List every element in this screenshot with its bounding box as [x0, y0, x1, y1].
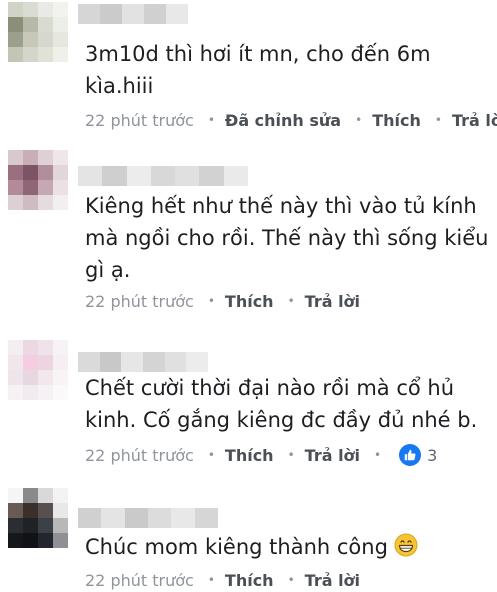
- avatar[interactable]: [8, 150, 68, 210]
- comment-timestamp[interactable]: 22 phút trước: [85, 292, 194, 311]
- avatar[interactable]: [8, 340, 68, 400]
- comment-timestamp[interactable]: 22 phút trước: [85, 111, 194, 130]
- comment-text-line: Chúc mom kiêng thành công: [85, 535, 388, 559]
- comment-text-line: gì ạ.: [85, 258, 131, 282]
- separator-dot: •: [207, 294, 215, 308]
- separator-dot: •: [355, 113, 363, 127]
- separator-dot: •: [207, 448, 215, 462]
- comment-text: Kiêng hết như thế này thì vào tủ kính mà…: [85, 190, 488, 286]
- like-button[interactable]: Thích: [225, 292, 274, 311]
- comment-timestamp[interactable]: 22 phút trước: [85, 571, 194, 590]
- author-name[interactable]: [78, 166, 248, 186]
- comment-meta: 22 phút trước • Đã chỉnh sửa • Thích • T…: [85, 108, 497, 132]
- comment-text-line: Chết cười thời đại nào rồi mà cổ hủ: [85, 376, 455, 400]
- avatar[interactable]: [8, 2, 68, 62]
- avatar[interactable]: [8, 488, 68, 548]
- comment-text: 3m10d thì hơi ít mn, cho đến 6m kìa.hiii: [85, 38, 431, 102]
- comment-meta: 22 phút trước • Thích • Trả lời: [85, 568, 360, 592]
- comment-timestamp[interactable]: 22 phút trước: [85, 446, 194, 465]
- reply-button[interactable]: Trả lời: [305, 292, 360, 311]
- author-name[interactable]: [78, 4, 188, 24]
- separator-dot: •: [287, 573, 295, 587]
- comment-text-line: 3m10d thì hơi ít mn, cho đến 6m: [85, 42, 431, 66]
- reply-button[interactable]: Trả lời: [452, 111, 497, 130]
- reaction-count: 3: [427, 445, 438, 465]
- separator-dot: •: [374, 448, 382, 462]
- reply-button[interactable]: Trả lời: [305, 571, 360, 590]
- author-name[interactable]: [78, 352, 208, 372]
- like-button[interactable]: Thích: [372, 111, 421, 130]
- reply-button[interactable]: Trả lời: [305, 446, 360, 465]
- comment-text: Chúc mom kiêng thành công: [85, 531, 418, 566]
- grinning-face-emoji-icon: [394, 533, 418, 566]
- reaction-summary[interactable]: 3: [399, 444, 437, 466]
- comment-text-line: kinh. Cố gắng kiêng đc đầy đủ nhé b.: [85, 408, 478, 432]
- like-button[interactable]: Thích: [225, 446, 274, 465]
- separator-dot: •: [207, 113, 215, 127]
- like-button[interactable]: Thích: [225, 571, 274, 590]
- separator-dot: •: [287, 448, 295, 462]
- comment-text-line: kìa.hiii: [85, 74, 154, 98]
- comment-meta: 22 phút trước • Thích • Trả lời: [85, 289, 360, 313]
- comment-text: Chết cười thời đại nào rồi mà cổ hủ kinh…: [85, 372, 477, 436]
- edited-link[interactable]: Đã chỉnh sửa: [225, 111, 341, 130]
- separator-dot: •: [287, 294, 295, 308]
- author-name[interactable]: [78, 508, 218, 528]
- comment-text-line: mà ngồi cho rồi. Thế này thì sống kiểu: [85, 226, 489, 250]
- comment-text-line: Kiêng hết như thế này thì vào tủ kính: [85, 194, 477, 218]
- like-thumbs-up-icon: [399, 444, 422, 466]
- separator-dot: •: [207, 573, 215, 587]
- separator-dot: •: [434, 113, 442, 127]
- comment-meta: 22 phút trước • Thích • Trả lời • 3: [85, 443, 437, 467]
